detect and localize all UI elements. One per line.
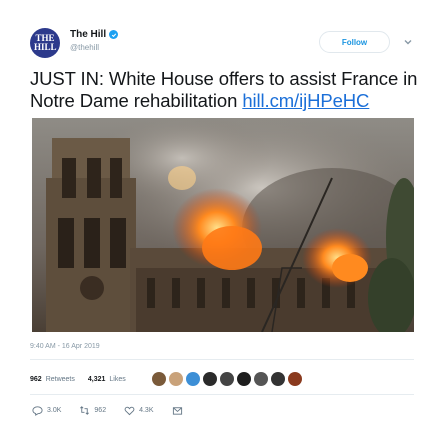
engagement-stats: 962 Retweets 4,321 Likes bbox=[30, 376, 126, 383]
tweet-link[interactable]: hill.cm/ijHPeHC bbox=[242, 90, 369, 111]
retweets-count[interactable]: 962 bbox=[30, 376, 42, 383]
like-button[interactable]: 4.3K bbox=[124, 405, 154, 416]
tweet-text: JUST IN: White House offers to assist Fr… bbox=[30, 68, 430, 112]
verified-badge-icon bbox=[109, 30, 119, 39]
tweet-actions: 3.0K 962 4.3K bbox=[32, 405, 201, 416]
liker-avatar[interactable] bbox=[288, 372, 302, 386]
liker-avatar[interactable] bbox=[271, 372, 285, 386]
liker-avatar[interactable] bbox=[169, 372, 183, 386]
reply-button[interactable]: 3.0K bbox=[32, 405, 61, 416]
chevron-down-icon[interactable] bbox=[402, 35, 414, 47]
heart-icon bbox=[124, 406, 135, 416]
likes-label[interactable]: Likes bbox=[109, 376, 125, 383]
liker-avatar[interactable] bbox=[203, 372, 217, 386]
notre-dame-fire-photo bbox=[32, 118, 414, 332]
account-handle[interactable]: @thehill bbox=[70, 43, 99, 52]
tweet-photo[interactable] bbox=[32, 118, 414, 332]
liker-avatar[interactable] bbox=[152, 372, 166, 386]
retweet-count: 962 bbox=[94, 407, 107, 414]
retweets-label[interactable]: Retweets bbox=[46, 376, 75, 383]
liker-avatar[interactable] bbox=[220, 372, 234, 386]
tweet-timestamp[interactable]: 9:40 AM - 16 Apr 2019 bbox=[30, 343, 100, 350]
avatar-text: THE HILL bbox=[34, 33, 57, 52]
liker-avatar[interactable] bbox=[186, 372, 200, 386]
direct-message-button[interactable] bbox=[172, 405, 183, 416]
retweet-button[interactable]: 962 bbox=[79, 405, 106, 416]
divider bbox=[30, 394, 414, 395]
reply-icon bbox=[32, 406, 43, 416]
like-count: 4.3K bbox=[139, 407, 154, 414]
account-name-row[interactable]: The Hill bbox=[70, 29, 119, 40]
avatar[interactable]: THE HILL bbox=[30, 28, 60, 58]
follow-button[interactable]: Follow bbox=[319, 31, 390, 53]
divider bbox=[30, 359, 414, 360]
account-name[interactable]: The Hill bbox=[70, 29, 106, 40]
reply-count: 3.0K bbox=[47, 407, 62, 414]
liker-avatars bbox=[152, 372, 302, 386]
retweet-icon bbox=[80, 406, 90, 415]
envelope-icon bbox=[172, 407, 182, 415]
liker-avatar[interactable] bbox=[254, 372, 268, 386]
liker-avatar[interactable] bbox=[237, 372, 251, 386]
likes-count[interactable]: 4,321 bbox=[88, 376, 106, 383]
